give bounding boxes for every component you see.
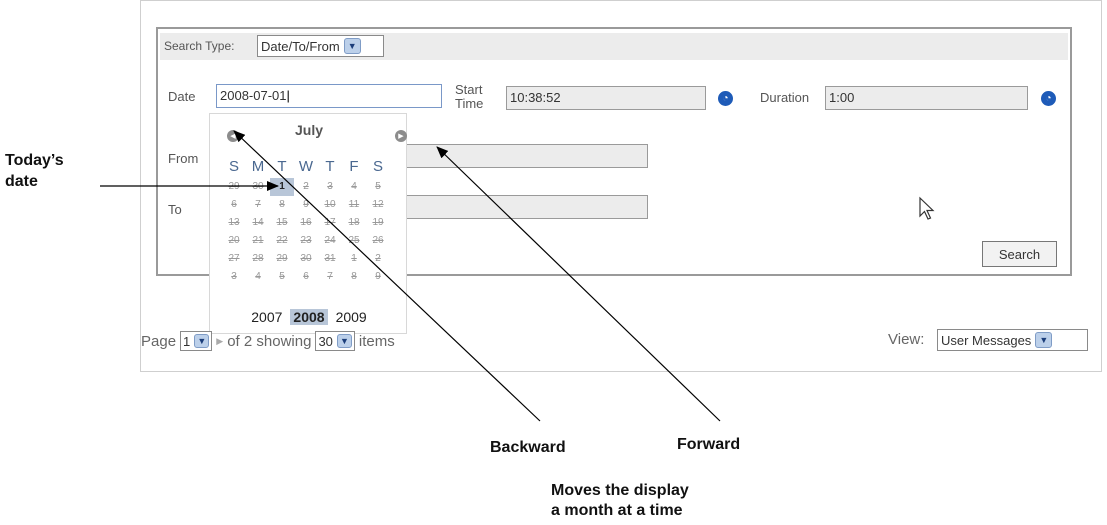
todays-date-annotation-line2: date	[5, 173, 38, 190]
forward-annotation: Forward	[677, 436, 741, 453]
todays-date-annotation-line1: Today’s	[5, 152, 64, 169]
forward-arrow	[436, 146, 721, 422]
moves-annotation-line1: Moves the display	[551, 482, 689, 499]
backward-annotation: Backward	[490, 439, 566, 456]
todays-date-annotation: Today’s date	[5, 150, 64, 192]
backward-arrow	[233, 130, 541, 422]
moves-annotation: Moves the display a month at a time	[551, 481, 689, 521]
moves-annotation-line2: a month at a time	[551, 502, 683, 519]
